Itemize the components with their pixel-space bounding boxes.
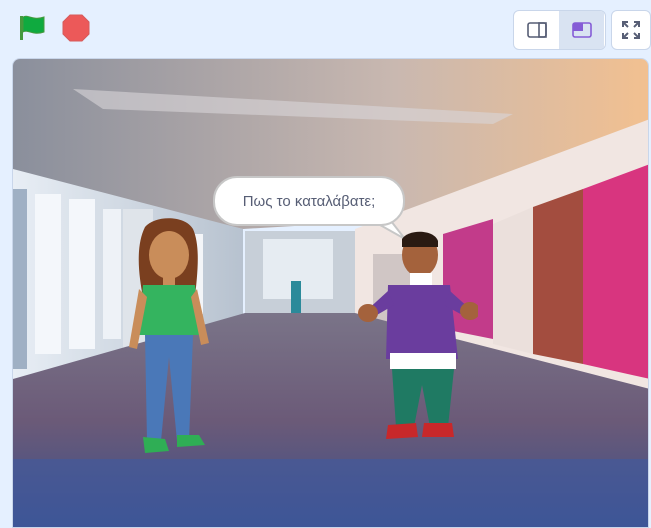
stage-header <box>0 0 651 56</box>
fullscreen-icon <box>622 21 640 39</box>
green-flag-icon <box>20 15 45 40</box>
boy-sprite[interactable] <box>358 229 478 449</box>
girl-sprite[interactable] <box>125 217 215 462</box>
normal-stage-button[interactable] <box>559 11 604 49</box>
speech-bubble: Πως το καταλάβατε; <box>213 176 405 226</box>
fullscreen-button[interactable] <box>611 10 651 50</box>
hallway-backdrop <box>13 59 648 527</box>
small-stage-button[interactable] <box>514 11 559 49</box>
stage[interactable]: Πως το καταλάβατε; <box>12 58 649 528</box>
small-stage-icon <box>526 22 547 38</box>
stop-button[interactable] <box>60 12 92 44</box>
normal-stage-icon <box>571 22 592 38</box>
stage-size-toggle <box>513 10 606 50</box>
stop-sign-icon <box>62 14 90 42</box>
green-flag-button[interactable] <box>14 12 48 44</box>
